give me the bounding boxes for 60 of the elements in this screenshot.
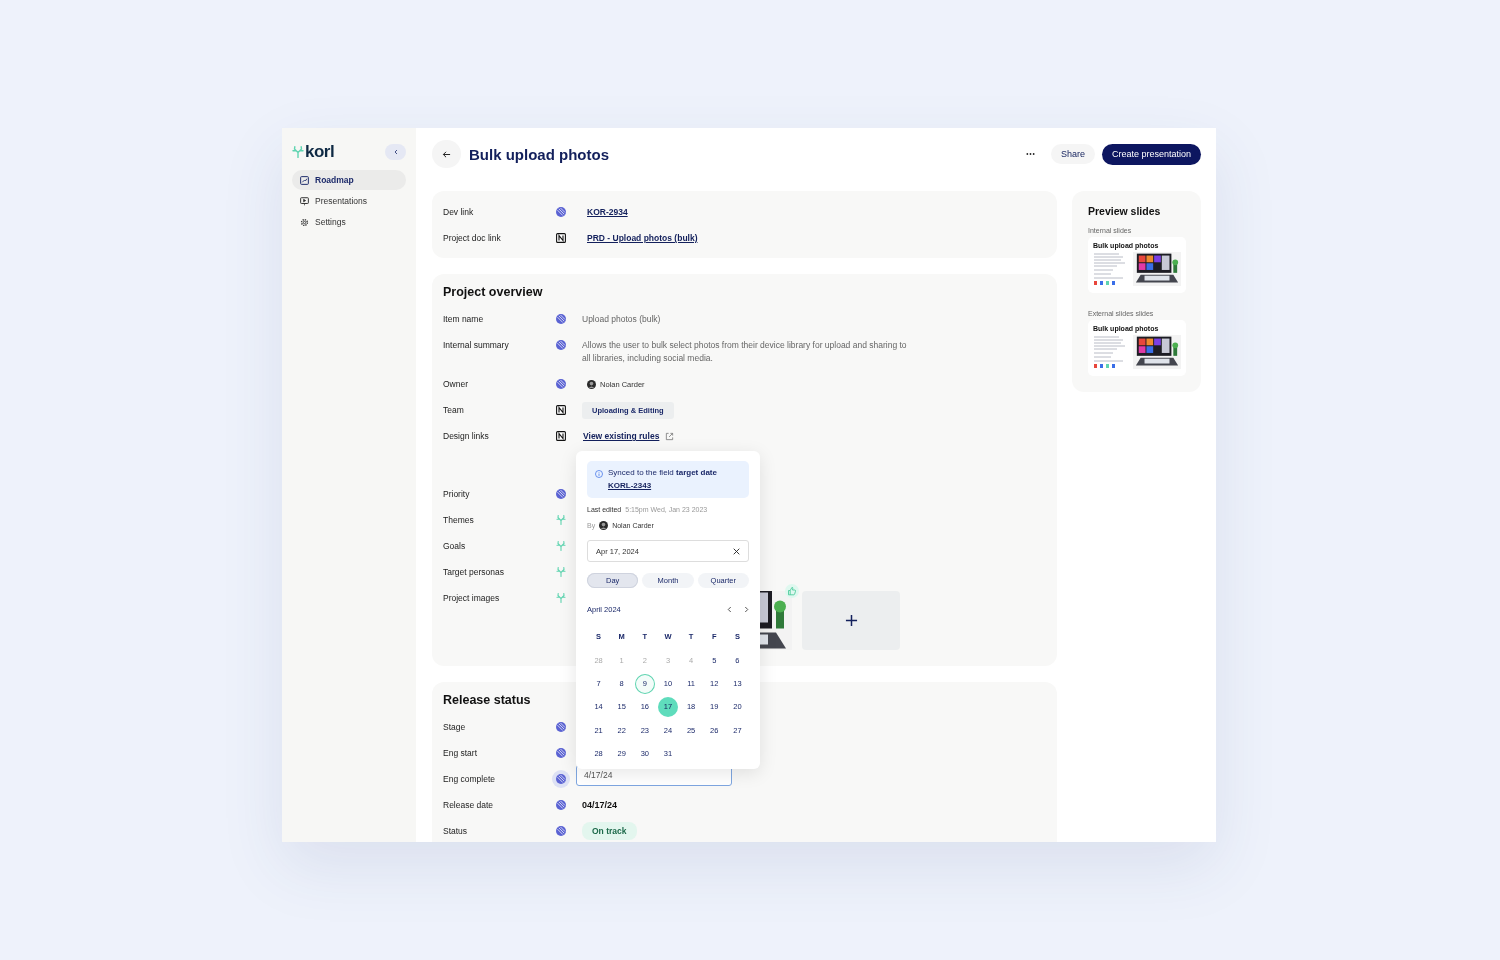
section-title: Preview slides [1088,205,1162,217]
section-title: Project overview [443,284,543,300]
avatar-icon [599,520,609,530]
field-value: Allows the user to bulk select photos from their device library for upload and sharing to all libraries, including social media. [582,338,908,365]
settings-icon [300,217,309,227]
plus-icon [844,614,858,627]
sidebar-item[interactable]: Presentations [292,191,406,211]
next-month-button[interactable] [744,605,749,613]
avatar-icon [587,379,596,389]
status-tag: On track [582,822,637,840]
page-title: Bulk upload photos [469,145,610,163]
chart-icon [300,175,309,185]
notion-icon [556,405,566,415]
notion-icon [556,233,566,243]
back-arrow-icon [442,149,451,159]
field-value: 04/17/24 [582,799,619,812]
field-label: Themes [443,514,475,527]
notion-icon [556,431,566,441]
field-label: Project doc link [443,232,502,245]
chevron-left-icon [393,149,398,155]
sprout-icon [556,567,566,577]
field-label: Release date [443,799,495,812]
sprout-icon [556,593,566,603]
doc-link[interactable]: KOR-2934 [582,199,1046,225]
field-label: Status [443,825,469,838]
chevron-right-icon [744,605,749,613]
field-label: Goals [443,540,467,553]
field-label: Target personas [443,566,505,579]
issue-link[interactable]: KORL-2343 [608,480,652,490]
field-label: Eng complete [443,773,496,786]
design-link[interactable]: View existing rules [583,431,660,441]
logo-text: korl [305,142,335,162]
field-label: Project images [443,592,501,605]
create-presentation-button[interactable]: Create presentation [1101,143,1201,165]
chevron-left-icon [727,605,732,613]
sprout-icon [556,541,566,551]
external-link-icon [665,431,675,441]
field-label: Owner [443,378,470,391]
more-icon[interactable] [1025,152,1035,156]
sync-text: Synced to the field target date KORL-2343 [608,467,717,492]
field-label: Priority [443,488,471,501]
sprout-logo-icon [292,146,304,158]
sidebar-item[interactable]: Roadmap [292,170,406,190]
doc-link[interactable]: PRD - Upload photos (bulk) [582,225,1046,251]
field-value: Upload photos (bulk) [582,312,662,326]
field-label: Item name [443,313,485,326]
field-label: Internal summary [443,339,510,352]
presentation-icon [300,196,309,206]
sprout-icon [556,515,566,525]
close-icon[interactable] [733,547,740,555]
field-label: Team [443,404,465,417]
field-label: Eng start [443,747,479,760]
field-label: Stage [443,721,467,734]
section-title: Release status [443,692,531,708]
share-button[interactable]: Share [1050,144,1095,164]
previous-month-button[interactable] [727,605,732,613]
info-icon [595,470,603,478]
field-label: Design links [443,430,490,443]
sidebar-item[interactable]: Settings [292,212,406,232]
field-label: Dev link [443,206,475,219]
